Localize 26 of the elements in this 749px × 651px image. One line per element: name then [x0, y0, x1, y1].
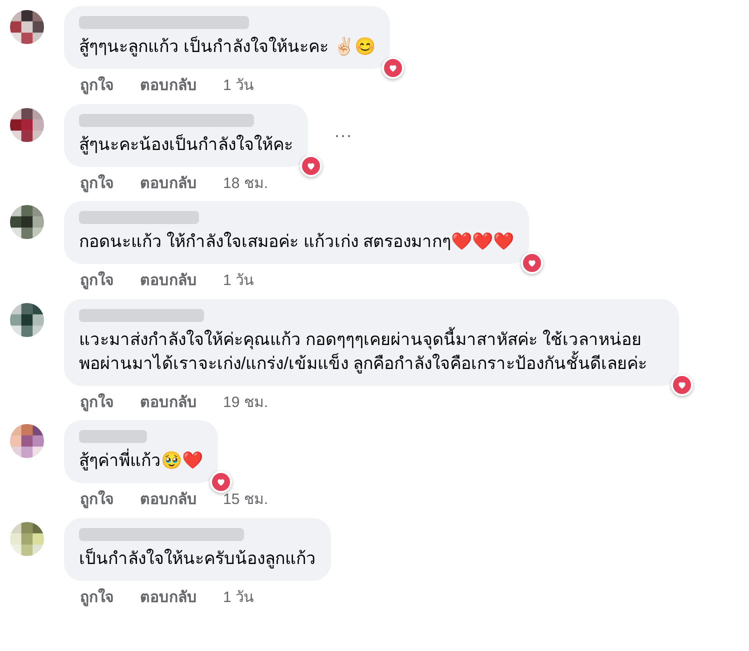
reply-link[interactable]: ตอบกลับ: [140, 586, 197, 609]
reply-link[interactable]: ตอบกลับ: [140, 270, 197, 292]
comment-time: 1 วัน: [223, 588, 254, 608]
reply-link[interactable]: ตอบกลับ: [140, 489, 197, 512]
comment-time: 18 ชม.: [223, 174, 268, 194]
like-link[interactable]: ถูกใจ: [80, 270, 114, 292]
comment-text: สู้ๆค่าพี่แก้ว🥹❤: [79, 449, 203, 473]
comment-time: 1 วัน: [223, 76, 254, 96]
like-link[interactable]: ถูกใจ: [80, 586, 114, 609]
comment-text: กอดนะแก้ว ให้กำลังใจเสมอค่ะ แก้วเก่ง สตรองมากๆ❤❤❤: [79, 230, 514, 253]
reply-link[interactable]: ตอบกลับ: [140, 75, 197, 98]
comment-text: สู้ๆนะคะน้องเป็นกำลังใจให้คะ: [79, 133, 293, 156]
like-link[interactable]: ถูกใจ: [80, 172, 114, 195]
comment-time: 15 ชม.: [223, 490, 268, 510]
reply-link[interactable]: ตอบกลับ: [140, 392, 197, 414]
comment-text: สู้ๆๆนะลูกแก้ว เป็นกำลังใจให้นะคะ ✌🏻😊: [79, 35, 376, 58]
more-options-button[interactable]: ···: [334, 126, 352, 144]
like-link[interactable]: ถูกใจ: [80, 489, 114, 512]
reply-link[interactable]: ตอบกลับ: [140, 172, 197, 195]
comment-time: 1 วัน: [223, 271, 254, 291]
like-link[interactable]: ถูกใจ: [80, 75, 114, 98]
blurred-name: [79, 430, 147, 443]
comment-text: เป็นกำลังใจให้นะครับน้องลูกแก้ว: [79, 547, 316, 570]
comment-text: แวะมาส่งกำลังใจให้ค่ะคุณแก้ว กอดๆๆๆเคยผ่านจุดนี้มาสาหัสค่ะ ใช้เวลาหน่อย พอผ่านมาได้เราจะเก่ง/แกร่ง/เข้มแข็ง ลูกคือกำลังใจคือเกราะป้องกันชั้นดีเลยค่ะ: [79, 328, 664, 376]
like-link[interactable]: ถูกใจ: [80, 392, 114, 414]
comment-time: 19 ชม.: [223, 392, 268, 412]
